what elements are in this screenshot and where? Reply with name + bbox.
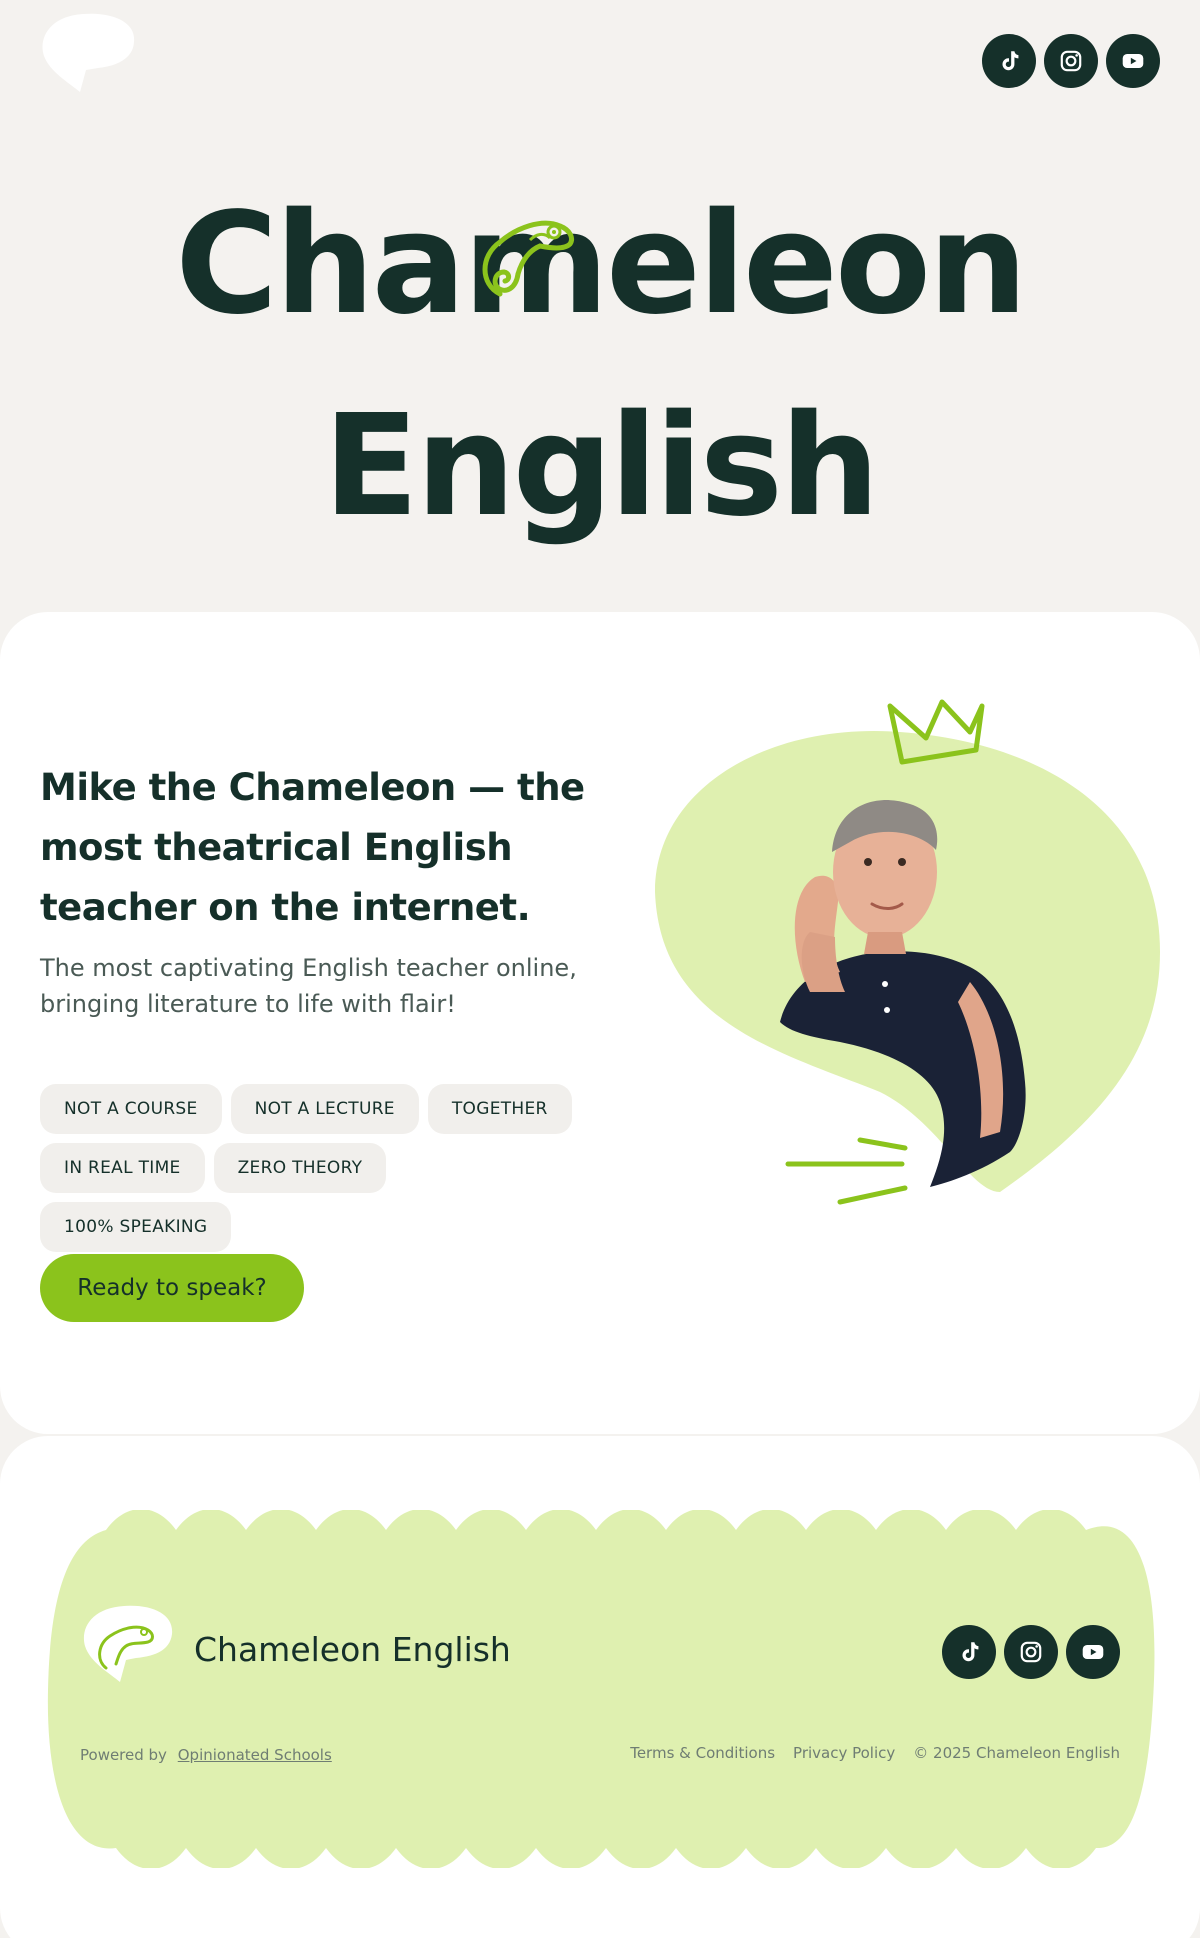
footer: Chameleon English Powered by Opinionated… [0, 1436, 1200, 1938]
intro-subtitle: The most captivating English teacher onl… [40, 954, 577, 1018]
teacher-portrait [655, 699, 1160, 1205]
powered-by: Powered by Opinionated Schools [80, 1746, 332, 1764]
tag-in-real-time: IN REAL TIME [40, 1143, 205, 1193]
speech-bubble-logo-icon[interactable] [38, 12, 136, 108]
footer-links: Terms & Conditions Privacy Policy © 2025… [630, 1744, 1120, 1762]
intro-card: Mike the Chameleon — the most theatrical… [0, 612, 1200, 1434]
tag-not-a-course: NOT A COURSE [40, 1084, 222, 1134]
hero-title-line1: Chameleon [175, 183, 1028, 346]
youtube-icon[interactable] [1066, 1625, 1120, 1679]
chameleon-icon [482, 220, 575, 297]
tag-together: TOGETHER [427, 1084, 572, 1134]
footer-brand-name: Chameleon English [194, 1630, 511, 1669]
instagram-icon[interactable] [1044, 34, 1098, 88]
social-links-header [982, 34, 1160, 88]
tag-100-speaking: 100% SPEAKING [40, 1202, 232, 1252]
social-links-footer [942, 1625, 1120, 1679]
copyright-text: © 2025 Chameleon English [913, 1744, 1120, 1762]
hero-title-line2: English [323, 385, 880, 548]
privacy-link[interactable]: Privacy Policy [793, 1744, 895, 1762]
tiktok-icon[interactable] [982, 34, 1036, 88]
tag-zero-theory: ZERO THEORY [213, 1143, 387, 1193]
ready-to-speak-button[interactable]: Ready to speak? [40, 1254, 304, 1322]
tiktok-icon[interactable] [942, 1625, 996, 1679]
scalloped-footer-background [47, 1510, 1155, 1868]
instagram-icon[interactable] [1004, 1625, 1058, 1679]
youtube-icon[interactable] [1106, 34, 1160, 88]
terms-link[interactable]: Terms & Conditions [630, 1744, 775, 1762]
powered-by-label: Powered by [80, 1746, 167, 1764]
hero-title: Chameleon English [0, 190, 1200, 542]
opinionated-schools-link[interactable]: Opinionated Schools [178, 1746, 332, 1764]
feature-tags: NOT A COURSE NOT A LECTURE TOGETHER IN R… [40, 1084, 580, 1252]
tag-not-a-lecture: NOT A LECTURE [230, 1084, 419, 1134]
intro-heading: Mike the Chameleon — the most theatrical… [40, 766, 585, 929]
chameleon-logo-icon[interactable] [80, 1604, 174, 1696]
